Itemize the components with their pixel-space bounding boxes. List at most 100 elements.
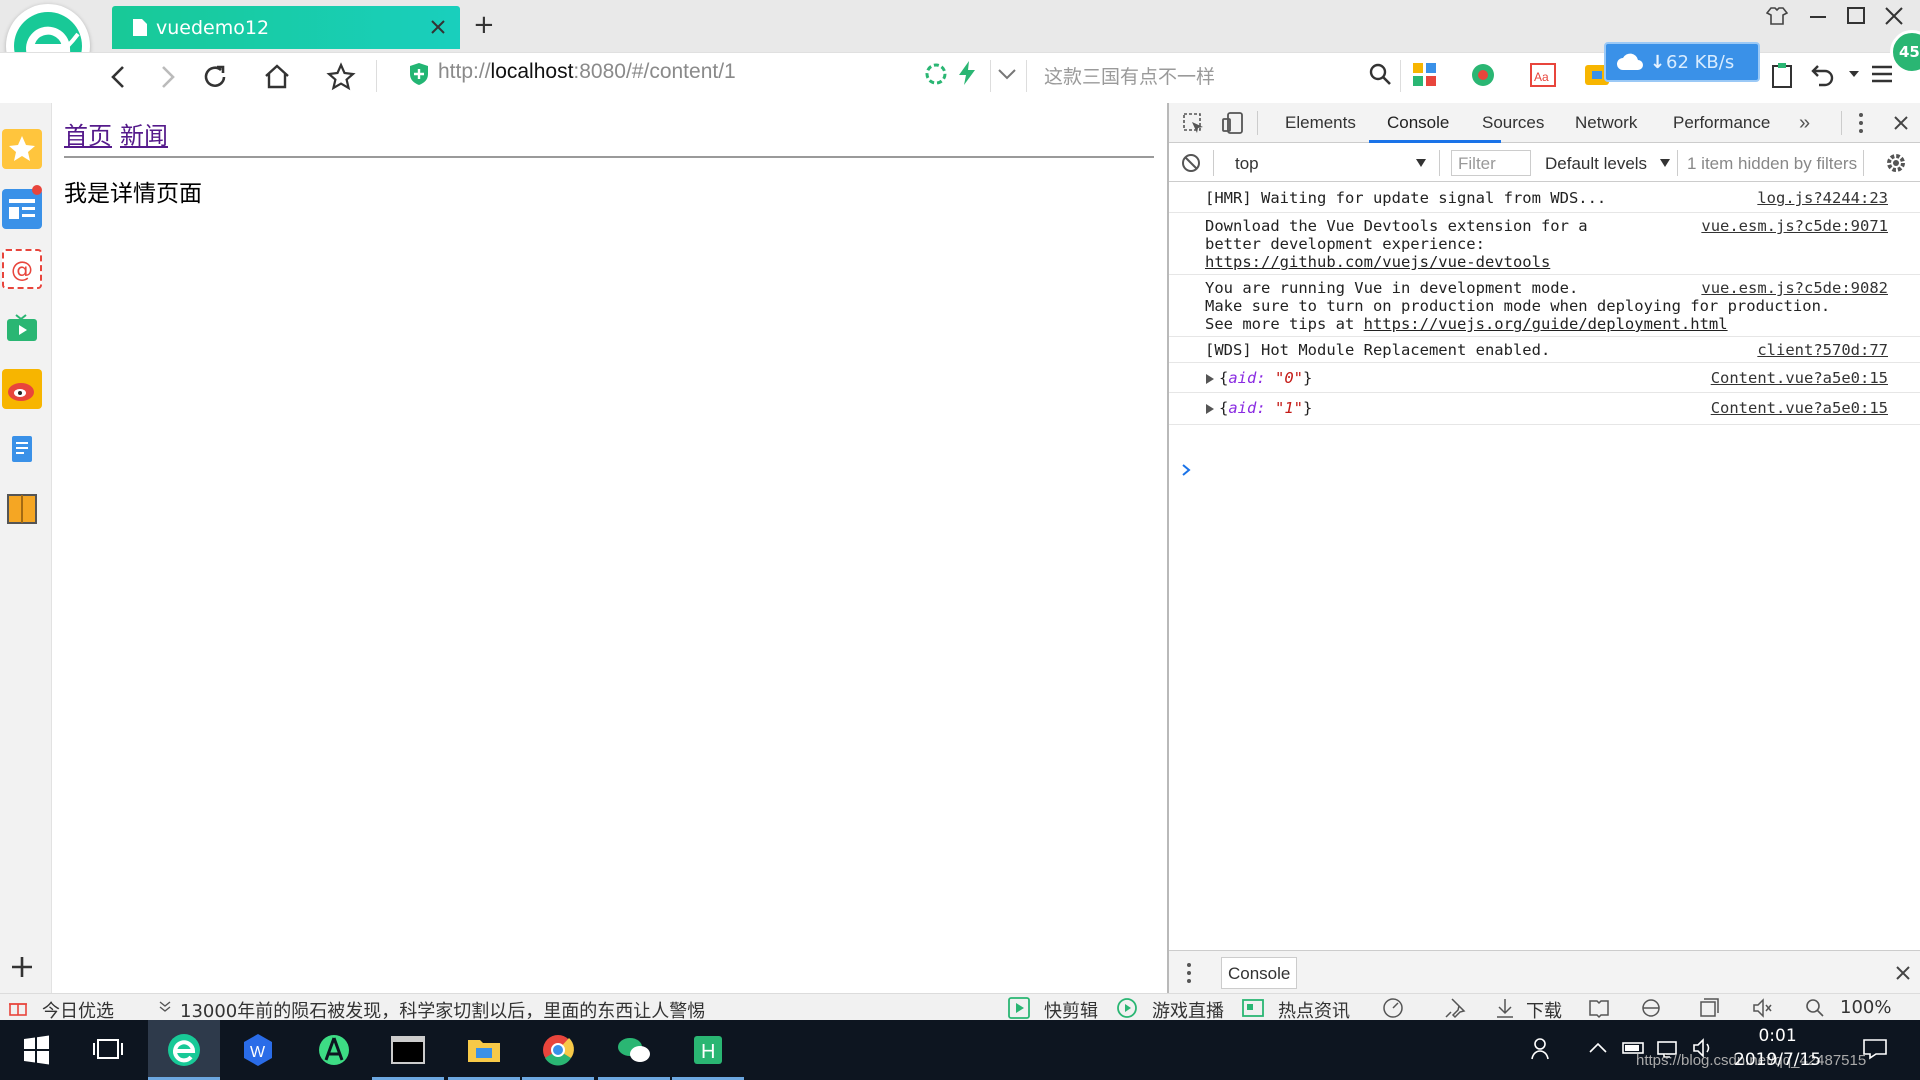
context-select[interactable]: top [1235,154,1259,174]
task-view-icon[interactable] [72,1020,144,1080]
device-toolbar-icon[interactable] [1221,111,1245,135]
maximize-icon[interactable] [1846,6,1876,32]
favorites-icon[interactable] [2,129,42,169]
kuaijianji-icon[interactable] [1008,997,1030,1019]
nav-link-news[interactable]: 新闻 [120,122,168,150]
reload-icon[interactable] [200,62,230,92]
zoom-icon[interactable] [1804,997,1826,1019]
filter-input[interactable]: Filter [1451,150,1531,176]
taskbar-wps-icon[interactable]: W [222,1020,294,1080]
message-source-link[interactable]: vue.esm.js?c5de:9082 [1701,277,1888,299]
address-input[interactable]: http://localhost:8080/#/content/1 [438,60,736,84]
console-message: [HMR] Waiting for update signal from WDS… [1169,187,1920,213]
tab-sources[interactable]: Sources [1482,113,1544,133]
taskbar-hbuilder-icon[interactable]: H [672,1020,744,1080]
taskbar-browser-icon[interactable] [148,1020,220,1080]
mail-icon[interactable]: @ [2,249,42,289]
new-tab-button[interactable]: + [473,12,495,38]
more-tabs-icon[interactable]: » [1799,112,1810,135]
hot-news-icon[interactable] [1242,997,1264,1019]
inspect-element-icon[interactable] [1183,113,1205,135]
forward-icon[interactable] [152,62,182,92]
start-button[interactable] [0,1020,72,1080]
undo-dropdown-icon[interactable] [1848,70,1860,78]
taskbar-chrome-icon[interactable] [522,1020,594,1080]
taskbar-wechat-icon[interactable] [598,1020,670,1080]
video-icon[interactable] [2,309,42,349]
tab-performance[interactable]: Performance [1673,113,1770,133]
add-sidebar-icon[interactable] [10,955,34,979]
tab-elements[interactable]: Elements [1285,113,1356,133]
divider [1400,60,1401,92]
mute-icon[interactable] [1752,997,1774,1019]
weibo-icon[interactable] [2,369,42,409]
guard-icon[interactable] [1470,62,1496,88]
notes-icon[interactable] [2,429,42,469]
live-icon[interactable] [1116,997,1138,1019]
console-prompt-icon[interactable] [1181,463,1193,477]
secure-shield-icon[interactable] [408,62,430,86]
close-drawer-icon[interactable] [1895,965,1911,981]
context-dropdown-icon[interactable] [1415,158,1427,168]
star-icon[interactable] [326,62,356,92]
nav-link-home[interactable]: 首页 [64,122,112,150]
home-icon[interactable] [262,62,292,92]
search-icon[interactable] [1368,62,1392,86]
download-icon[interactable] [1494,997,1516,1019]
window-icon[interactable] [1698,997,1720,1019]
apps-icon[interactable] [1412,62,1438,88]
tips-prefix: See more tips at [1205,315,1364,333]
reader-icon[interactable] [2,489,42,529]
people-icon[interactable] [1530,1036,1556,1062]
close-tab-icon[interactable] [430,19,446,35]
tray-expand-icon[interactable] [1588,1040,1608,1056]
console-settings-gear-icon[interactable] [1885,152,1907,174]
close-window-icon[interactable] [1884,6,1914,32]
console-object-row[interactable]: {aid: "0"} Content.vue?a5e0:15 [1169,363,1920,393]
message-source-link[interactable]: Content.vue?a5e0:15 [1711,397,1888,419]
undo-icon[interactable] [1810,62,1836,88]
deployment-link[interactable]: https://vuejs.org/guide/deployment.html [1364,315,1728,333]
speedup-icon[interactable] [924,62,948,86]
devtools-link[interactable]: https://github.com/vuejs/vue-devtools [1205,251,1550,273]
taskbar-terminal-icon[interactable] [372,1020,444,1080]
levels-dropdown-icon[interactable] [1659,158,1671,168]
news-feed-icon[interactable] [2,185,42,229]
search-input[interactable]: 这款三国有点不一样 [1044,62,1215,89]
translate-icon[interactable]: Aa [1530,62,1556,88]
kebab-menu-icon[interactable] [1857,111,1865,135]
tab-console[interactable]: Console [1387,113,1449,133]
tab-active[interactable]: vuedemo12 [112,6,460,49]
taskbar-explorer-icon[interactable] [448,1020,520,1080]
message-source-link[interactable]: vue.esm.js?c5de:9071 [1701,215,1888,237]
close-devtools-icon[interactable] [1893,115,1909,131]
clipboard-icon[interactable] [1770,62,1794,88]
taskbar-clock[interactable]: 0:01 2019/7/15 [1734,1026,1821,1070]
skin-icon[interactable] [1766,6,1796,32]
back-icon[interactable] [104,62,134,92]
drawer-tab-console[interactable]: Console [1221,957,1297,989]
levels-select[interactable]: Default levels [1545,154,1647,174]
gift-icon[interactable] [8,997,28,1017]
taskbar-android-studio-icon[interactable] [298,1020,370,1080]
tab-network[interactable]: Network [1575,113,1637,133]
zoom-level[interactable]: 100% [1840,997,1891,1018]
pin-icon[interactable] [1444,997,1466,1019]
drawer-menu-icon[interactable] [1185,961,1193,985]
message-source-link[interactable]: log.js?4244:23 [1757,187,1888,209]
speed-meter-icon[interactable] [1382,997,1404,1019]
ie-mode-icon[interactable] [1640,997,1662,1019]
clear-console-icon[interactable] [1181,153,1201,173]
minimize-icon[interactable] [1808,6,1838,32]
expand-triangle-icon[interactable] [1205,403,1215,415]
expand-triangle-icon[interactable] [1205,373,1215,385]
message-source-link[interactable]: Content.vue?a5e0:15 [1711,367,1888,389]
menu-icon[interactable] [1870,62,1894,86]
message-source-link[interactable]: client?570d:77 [1757,339,1888,361]
reading-mode-icon[interactable] [1588,997,1610,1019]
action-center-icon[interactable] [1862,1038,1888,1060]
lightning-icon[interactable] [956,60,978,86]
address-dropdown-icon[interactable] [996,64,1018,84]
network-speed-widget[interactable]: ↓ 62 KB/s [1604,42,1760,82]
console-object-row[interactable]: {aid: "1"} Content.vue?a5e0:15 [1169,393,1920,425]
